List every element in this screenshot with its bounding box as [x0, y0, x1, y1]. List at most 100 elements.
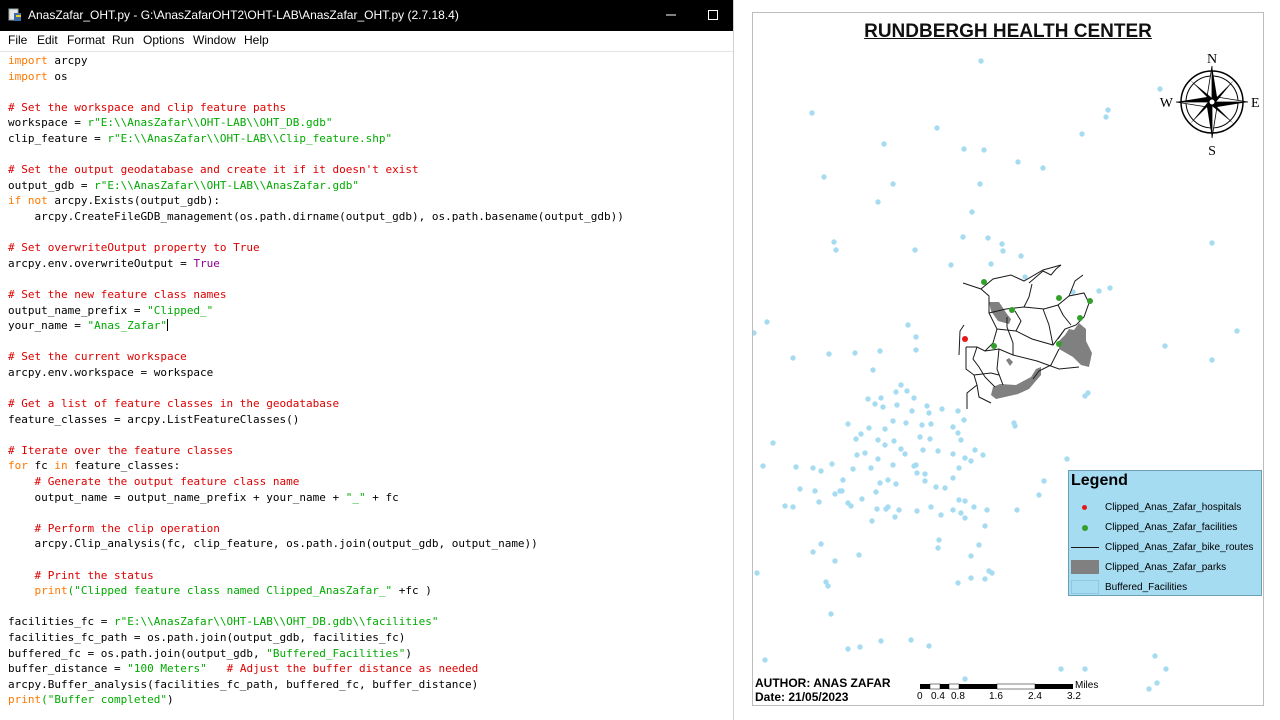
code-line: ​ [8, 271, 624, 287]
buffer-point [882, 426, 888, 432]
code-line: output_name_prefix = "Clipped_" [8, 303, 624, 319]
legend-item-facilities: Clipped_Anas_Zafar_facilities [1069, 519, 1263, 539]
scale-tick: 0.4 [931, 691, 945, 702]
buffer-point [853, 436, 859, 442]
code-token: # Set the output geodatabase and create … [8, 163, 419, 177]
buffer-point [892, 514, 898, 520]
facility-point [1056, 341, 1062, 347]
code-token: True [193, 256, 220, 270]
code-token: for [8, 459, 28, 473]
legend-label: Clipped_Anas_Zafar_hospitals [1105, 502, 1242, 513]
code-token: r"E:\\AnasZafar\\OHT-LAB\\OHT_DB.gdb" [87, 116, 333, 130]
facility-point [1077, 315, 1083, 321]
buffer-point [919, 422, 925, 428]
code-token: # Generate the output feature class name [34, 475, 300, 489]
buffer-point [926, 410, 932, 416]
maximize-button[interactable] [700, 4, 726, 26]
buffer-point [857, 644, 863, 650]
buffer-point [891, 438, 897, 444]
code-token: ("Buffer completed" [41, 693, 167, 707]
buffer-point [878, 638, 884, 644]
buffer-point [878, 395, 884, 401]
buffer-point [980, 452, 986, 458]
buffer-point [955, 430, 961, 436]
buffer-point [913, 334, 919, 340]
legend-item-parks: Clipped_Anas_Zafar_parks [1069, 559, 1263, 579]
code-token: feature_classes = arcpy.ListFeatureClass… [8, 412, 300, 426]
code-token: arcpy [54, 54, 88, 67]
code-line: ​ [8, 334, 624, 350]
buffer-point [793, 464, 799, 470]
buffer-point [955, 580, 961, 586]
buffer-point [911, 463, 917, 469]
buffer-point [809, 110, 815, 116]
buffer-point [956, 497, 962, 503]
buffer-point [955, 408, 961, 414]
buffer-point [790, 355, 796, 361]
code-token: ("Clipped feature class named Clipped_An… [67, 584, 393, 598]
menu-options[interactable]: Options [143, 33, 184, 47]
code-editor[interactable]: import arcpyimport os​# Set the workspac… [8, 53, 624, 708]
code-token: r"E:\\AnasZafar\\OHT-LAB\\Clip_feature.s… [107, 131, 393, 145]
buffer-point [875, 199, 881, 205]
buffer-point [950, 451, 956, 457]
buffer-point [960, 234, 966, 240]
title-bar[interactable]: AnasZafar_OHT.py - G:\AnasZafarOHT2\OHT-… [0, 0, 733, 31]
facility-point [981, 279, 987, 285]
facility-point [1009, 307, 1015, 313]
buffer-point [875, 456, 881, 462]
buffer-point [812, 488, 818, 494]
code-line: # Set the current workspace [8, 349, 624, 365]
menu-run[interactable]: Run [112, 33, 134, 47]
code-token: ) [166, 693, 174, 707]
buffer-point [968, 553, 974, 559]
code-token: # Set the new feature class names [8, 287, 227, 301]
menu-file[interactable]: File [8, 33, 27, 47]
buffer-point [1152, 653, 1158, 659]
buffer-point [904, 388, 910, 394]
minimize-button[interactable] [658, 4, 684, 26]
scale-bar: 0 0.4 0.8 1.6 2.4 3.2 Miles [917, 680, 1119, 705]
buffer-point [928, 504, 934, 510]
buffer-point [936, 537, 942, 543]
buffer-point [908, 637, 914, 643]
menu-edit[interactable]: Edit [37, 33, 58, 47]
code-line: ​ [8, 225, 624, 241]
buffer-point [958, 510, 964, 516]
buffer-point [913, 347, 919, 353]
buffer-point [790, 504, 796, 510]
menu-help[interactable]: Help [244, 33, 269, 47]
code-token: # Adjust the buffer distance as needed [226, 662, 479, 676]
code-line: clip_feature = r"E:\\AnasZafar\\OHT-LAB\… [8, 131, 624, 147]
legend-item-hospitals: Clipped_Anas_Zafar_hospitals [1069, 499, 1263, 519]
buffer-point [753, 330, 757, 336]
code-token: "Buffered_Facilities" [266, 646, 406, 660]
code-token: # Set the workspace and clip feature pat… [8, 100, 287, 114]
code-token: # Set the current workspace [8, 350, 187, 364]
buffer-point [1000, 248, 1006, 254]
code-line: arcpy.Buffer_analysis(facilities_fc_path… [8, 677, 624, 693]
buffer-point [962, 676, 968, 682]
buffer-point [852, 350, 858, 356]
author-text: AUTHOR: ANAS ZAFAR [755, 676, 891, 690]
code-token: buffer_distance = [8, 662, 128, 676]
code-token: ) [405, 646, 412, 660]
code-line: # Get a list of feature classes in the g… [8, 396, 624, 412]
buffer-point [1105, 107, 1111, 113]
code-line: # Iterate over the feature classes [8, 443, 624, 459]
legend-label: Clipped_Anas_Zafar_bike_routes [1105, 542, 1254, 553]
menu-format[interactable]: Format [67, 33, 105, 47]
buffer-point [902, 451, 908, 457]
menu-window[interactable]: Window [193, 33, 236, 47]
buffer-point [935, 448, 941, 454]
code-line: # Set the workspace and clip feature pat… [8, 100, 624, 116]
buffer-point [914, 470, 920, 476]
menu-bar: File Edit Format Run Options Window Help [0, 31, 733, 52]
buffer-point [810, 549, 816, 555]
code-line: facilities_fc_path = os.path.join(output… [8, 630, 624, 646]
buffer-point [969, 209, 975, 215]
legend-label: Clipped_Anas_Zafar_parks [1105, 562, 1227, 573]
buffer-point [911, 395, 917, 401]
code-line: feature_classes = arcpy.ListFeatureClass… [8, 412, 624, 428]
